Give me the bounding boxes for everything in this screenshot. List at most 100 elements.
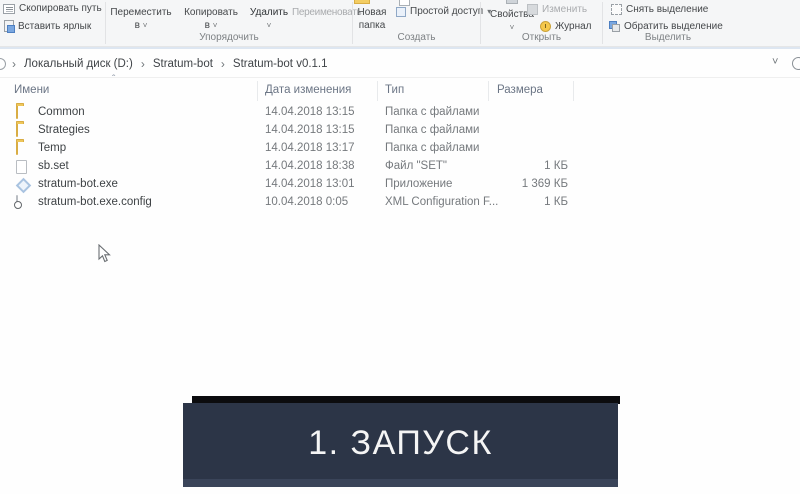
file-date: 10.04.2018 0:05	[265, 196, 348, 208]
delete-button[interactable]: Удалить ˅	[247, 6, 291, 32]
mouse-cursor	[98, 244, 112, 269]
file-name[interactable]: stratum-bot.exe.config	[38, 196, 152, 208]
step-banner: 1. ЗАПУСК	[183, 403, 618, 487]
file-name[interactable]: Strategies	[38, 124, 90, 136]
edit-label: Изменить	[542, 4, 587, 15]
table-row[interactable]: sb.set 14.04.2018 18:38 Файл "SET" 1 КБ	[0, 158, 800, 176]
easy-access-button[interactable]: Простой доступ ▾	[396, 6, 491, 17]
copy-path-icon	[3, 4, 15, 14]
move-to-label2: в	[135, 20, 140, 31]
column-divider[interactable]	[488, 81, 489, 101]
file-size: 1 КБ	[490, 196, 568, 208]
move-to-label: Переместить	[107, 6, 175, 19]
invert-selection-button[interactable]: Обратить выделение	[609, 21, 723, 32]
folder-icon	[16, 105, 18, 119]
breadcrumb-segment-folder[interactable]: Stratum-bot	[149, 58, 217, 70]
file-name[interactable]: Common	[38, 106, 85, 118]
create-group-label: Создать	[353, 32, 480, 43]
column-header-row: ˆ Имени Дата изменения Тип Размера	[0, 78, 800, 104]
address-bar[interactable]: › Локальный диск (D:) › Stratum-bot › St…	[0, 49, 800, 78]
new-folder-icon	[354, 0, 370, 4]
refresh-icon[interactable]	[792, 57, 800, 70]
folder-icon	[16, 141, 18, 155]
navigation-icon	[0, 58, 6, 70]
file-type: Приложение	[385, 178, 452, 190]
column-header-size[interactable]: Размера	[497, 84, 543, 96]
column-divider[interactable]	[257, 81, 258, 101]
file-icon	[16, 160, 27, 174]
file-list: Common 14.04.2018 13:15 Папка с файлами …	[0, 104, 800, 212]
column-divider[interactable]	[573, 81, 574, 101]
new-folder-label2: папка	[350, 19, 394, 32]
edit-icon	[527, 4, 538, 15]
ribbon-toolbar: Скопировать путь Вставить ярлык Перемест…	[0, 0, 800, 46]
address-dropdown-icon[interactable]: ˅	[772, 56, 778, 68]
paste-shortcut-label: Вставить ярлык	[18, 21, 91, 32]
column-header-type[interactable]: Тип	[385, 84, 404, 96]
chevron-right-icon: ›	[137, 57, 149, 71]
table-row[interactable]: Strategies 14.04.2018 13:15 Папка с файл…	[0, 122, 800, 140]
file-size: 1 КБ	[490, 160, 568, 172]
breadcrumb-segment-drive[interactable]: Локальный диск (D:)	[20, 58, 137, 70]
copy-path-button[interactable]: Скопировать путь	[3, 3, 102, 14]
easy-access-icon	[396, 7, 406, 17]
file-size: 1 369 КБ	[490, 178, 568, 190]
chevron-right-icon: ›	[217, 57, 229, 71]
organize-group-label: Упорядочить	[106, 32, 352, 43]
table-row[interactable]: Common 14.04.2018 13:15 Папка с файлами	[0, 104, 800, 122]
file-explorer-window: Скопировать путь Вставить ярлык Перемест…	[0, 0, 800, 494]
copy-to-label2: в	[205, 20, 210, 31]
copy-to-label: Копировать	[180, 6, 242, 19]
file-type: Файл "SET"	[385, 160, 447, 172]
file-name[interactable]: stratum-bot.exe	[38, 178, 118, 190]
clear-selection-icon	[611, 4, 622, 15]
table-row[interactable]: stratum-bot.exe.config 10.04.2018 0:05 X…	[0, 194, 800, 212]
folder-icon	[16, 123, 18, 137]
chevron-down-icon: ˅	[267, 21, 272, 30]
file-type: XML Configuration F...	[385, 196, 498, 208]
rename-button[interactable]: Переименовать	[292, 6, 354, 19]
chevron-right-icon: ›	[8, 57, 20, 71]
properties-icon	[506, 0, 518, 4]
paste-shortcut-button[interactable]: Вставить ярлык	[4, 20, 91, 32]
chevron-down-icon: ˅	[213, 21, 218, 30]
file-date: 14.04.2018 13:17	[265, 142, 355, 154]
copy-path-label: Скопировать путь	[19, 3, 102, 14]
delete-label: Удалить	[247, 6, 291, 19]
history-button[interactable]: Журнал	[540, 21, 592, 32]
history-label: Журнал	[555, 21, 592, 32]
file-date: 14.04.2018 18:38	[265, 160, 355, 172]
open-group-label: Открыть	[481, 32, 602, 43]
select-group-label: Выделить	[603, 32, 733, 43]
clear-selection-label: Снять выделение	[626, 4, 708, 15]
table-row[interactable]: stratum-bot.exe 14.04.2018 13:01 Приложе…	[0, 176, 800, 194]
config-file-icon	[16, 195, 18, 209]
easy-access-label: Простой доступ	[410, 6, 483, 17]
column-divider[interactable]	[377, 81, 378, 101]
file-date: 14.04.2018 13:01	[265, 178, 355, 190]
banner-bottom-edge	[183, 479, 618, 487]
edit-button[interactable]: Изменить	[527, 4, 587, 15]
paste-shortcut-icon	[4, 20, 14, 32]
file-type: Папка с файлами	[385, 142, 479, 154]
invert-selection-label: Обратить выделение	[624, 21, 723, 32]
file-type: Папка с файлами	[385, 124, 479, 136]
file-name[interactable]: sb.set	[38, 160, 69, 172]
new-folder-label: Новая	[350, 6, 394, 19]
file-date: 14.04.2018 13:15	[265, 106, 355, 118]
table-row[interactable]: Temp 14.04.2018 13:17 Папка с файлами	[0, 140, 800, 158]
breadcrumb-segment-current[interactable]: Stratum-bot v0.1.1	[229, 58, 332, 70]
file-type: Папка с файлами	[385, 106, 479, 118]
clear-selection-button[interactable]: Снять выделение	[611, 4, 708, 15]
move-to-button[interactable]: Переместить в ˅	[107, 6, 175, 32]
copy-to-button[interactable]: Копировать в ˅	[180, 6, 242, 32]
invert-selection-icon	[609, 21, 620, 32]
new-folder-button[interactable]: Новая папка	[350, 6, 394, 32]
step-banner-title: 1. ЗАПУСК	[183, 403, 618, 479]
file-name[interactable]: Temp	[38, 142, 66, 154]
column-header-date[interactable]: Дата изменения	[265, 84, 351, 96]
history-icon	[540, 21, 551, 32]
column-header-name[interactable]: Имени	[14, 84, 49, 96]
chevron-down-icon: ˅	[143, 21, 148, 30]
file-date: 14.04.2018 13:15	[265, 124, 355, 136]
